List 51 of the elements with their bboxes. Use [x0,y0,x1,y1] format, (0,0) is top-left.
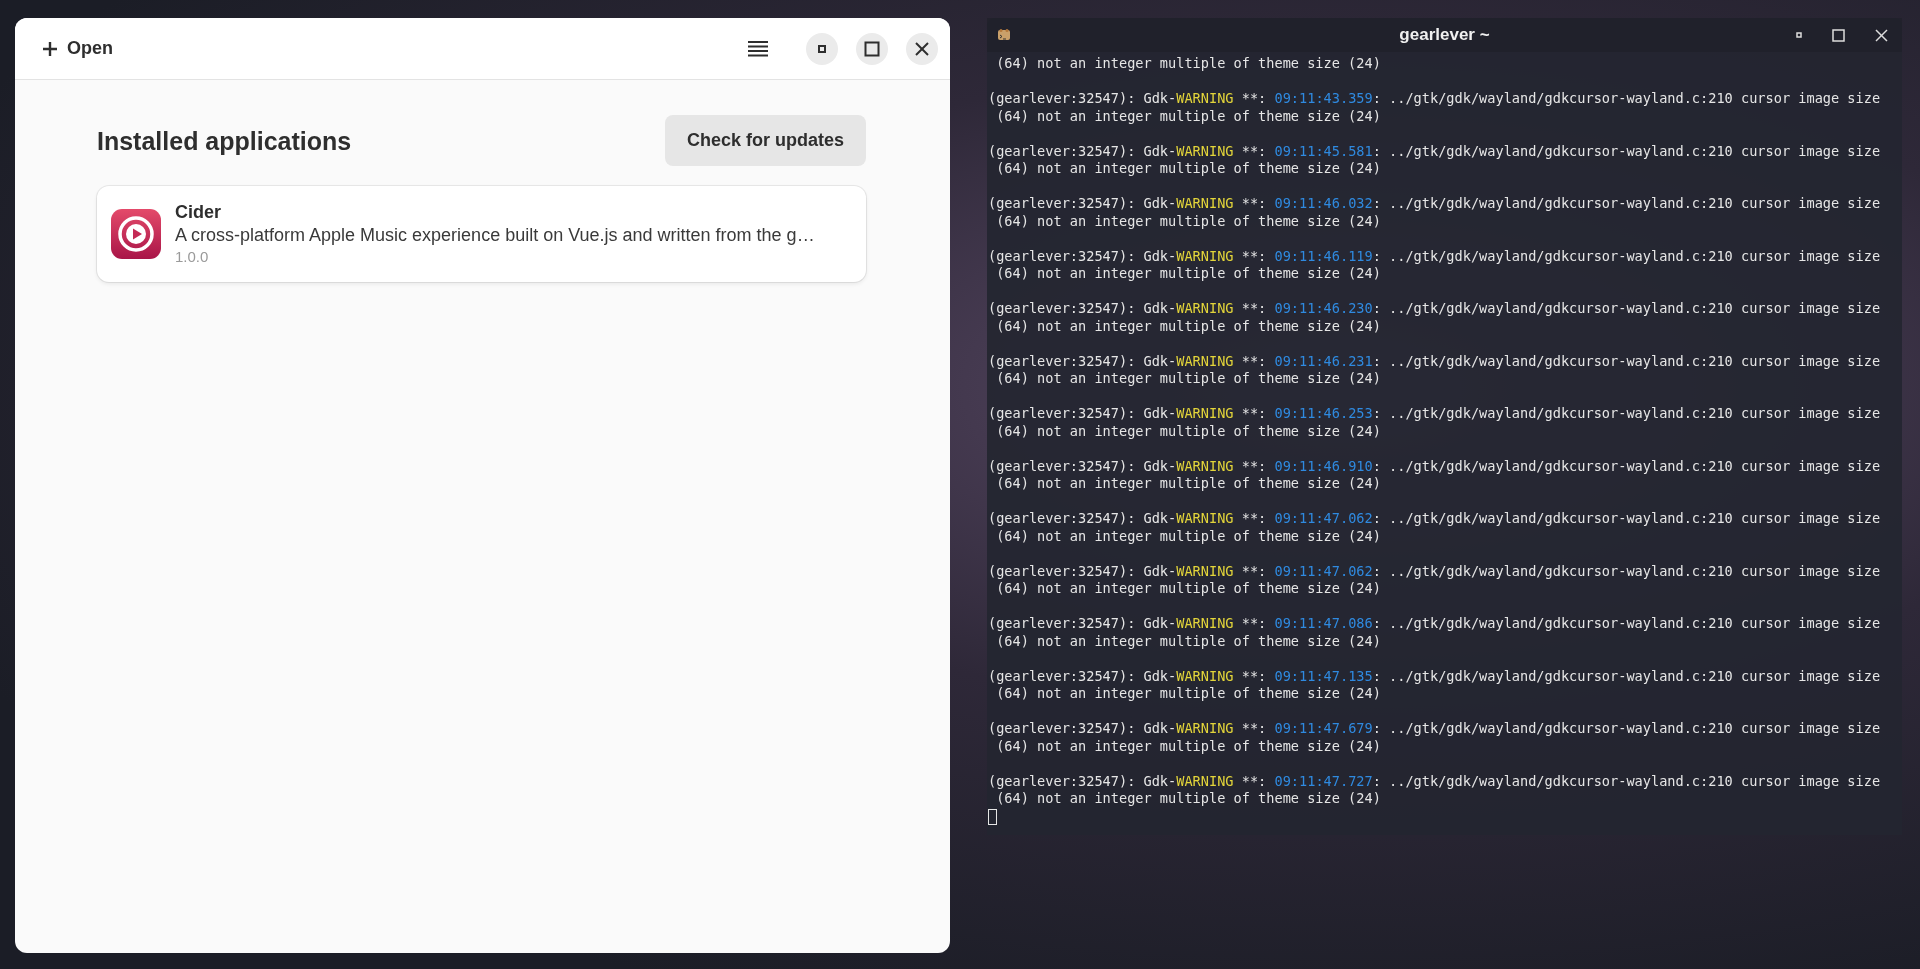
log-warning-line: (gearlever:32547): Gdk-WARNING **: 09:11:47.062: ../gtk/gdk/wayland/gdkcursor-wayland.c:210 cursor image size [988,562,1882,580]
maximize-icon [864,40,880,57]
close-icon [914,40,930,57]
maximize-button[interactable] [856,32,888,65]
terminal-cursor [988,808,997,825]
log-warning-line: (gearlever:32547): Gdk-WARNING **: 09:11:47.679: ../gtk/gdk/wayland/gdkcursor-wayland.c:210 cursor image size [988,720,1882,738]
log-line: (64) not an integer multiple of theme size (24) [995,527,1382,545]
terminal-app-icon [997,28,1011,42]
app-version: 1.0.0 [175,247,210,267]
close-icon [1875,28,1888,42]
maximize-icon [1832,28,1845,42]
app-list-item[interactable]: Cider A cross-platform Apple Music experience built on Vue.js and written from the g… 1.0.0 [97,186,866,283]
log-line: (64) not an integer multiple of theme size (24) [995,55,1382,73]
menu-icon [748,39,768,58]
log-line: (64) not an integer multiple of theme size (24) [995,580,1382,598]
log-line: (64) not an integer multiple of theme size (24) [995,212,1382,230]
log-warning-line: (gearlever:32547): Gdk-WARNING **: 09:11:47.062: ../gtk/gdk/wayland/gdkcursor-wayland.c:210 cursor image size [988,510,1882,528]
log-line: (64) not an integer multiple of theme size (24) [995,317,1382,335]
log-warning-line: (gearlever:32547): Gdk-WARNING **: 09:11:46.910: ../gtk/gdk/wayland/gdkcursor-wayland.c:210 cursor image size [988,457,1882,475]
log-line: (64) not an integer multiple of theme size (24) [995,790,1382,808]
log-warning-line: (gearlever:32547): Gdk-WARNING **: 09:11:46.231: ../gtk/gdk/wayland/gdkcursor-wayland.c:210 cursor image size [988,352,1882,370]
app-name: Cider [175,202,222,224]
minimize-icon [1796,32,1802,38]
log-warning-line: (gearlever:32547): Gdk-WARNING **: 09:11:46.253: ../gtk/gdk/wayland/gdkcursor-wayland.c:210 cursor image size [988,405,1882,423]
log-warning-line: (gearlever:32547): Gdk-WARNING **: 09:11:47.727: ../gtk/gdk/wayland/gdkcursor-wayland.c:210 cursor image size [988,772,1882,790]
log-line: (64) not an integer multiple of theme size (24) [995,632,1382,650]
log-warning-line: (gearlever:32547): Gdk-WARNING **: 09:11:47.135: ../gtk/gdk/wayland/gdkcursor-wayland.c:210 cursor image size [988,667,1882,685]
log-warning-line: (gearlever:32547): Gdk-WARNING **: 09:11:43.359: ../gtk/gdk/wayland/gdkcursor-wayland.c:210 cursor image size [988,90,1882,108]
log-warning-line: (gearlever:32547): Gdk-WARNING **: 09:11:47.086: ../gtk/gdk/wayland/gdkcursor-wayland.c:210 cursor image size [988,615,1882,633]
log-line: (64) not an integer multiple of theme size (24) [995,737,1382,755]
minimize-button[interactable] [806,32,838,65]
log-line: (64) not an integer multiple of theme size (24) [995,685,1382,703]
minimize-icon [818,44,826,53]
open-button[interactable]: Open [37,31,119,66]
log-warning-line: (gearlever:32547): Gdk-WARNING **: 09:11:46.230: ../gtk/gdk/wayland/gdkcursor-wayland.c:210 cursor image size [988,300,1882,318]
check-updates-button[interactable]: Check for updates [664,115,866,166]
close-button[interactable] [906,32,938,65]
section-heading: Installed applications [97,125,352,156]
log-line: (64) not an integer multiple of theme size (24) [995,265,1382,283]
log-line: (64) not an integer multiple of theme size (24) [995,107,1382,125]
log-warning-line: (gearlever:32547): Gdk-WARNING **: 09:11:45.581: ../gtk/gdk/wayland/gdkcursor-wayland.c:210 cursor image size [988,142,1882,160]
log-warning-line: (gearlever:32547): Gdk-WARNING **: 09:11:46.032: ../gtk/gdk/wayland/gdkcursor-wayland.c:210 cursor image size [988,195,1882,213]
plus-icon [43,41,57,56]
log-line: (64) not an integer multiple of theme size (24) [995,370,1382,388]
window-title: gearlever ~ [1399,25,1490,45]
log-line: (64) not an integer multiple of theme size (24) [995,422,1382,440]
app-description: A cross-platform Apple Music experience built on Vue.js and written from the g… [175,223,815,247]
app-icon [111,209,161,260]
log-warning-line: (gearlever:32547): Gdk-WARNING **: 09:11:46.119: ../gtk/gdk/wayland/gdkcursor-wayland.c:210 cursor image size [988,247,1882,265]
log-line: (64) not an integer multiple of theme size (24) [995,475,1382,493]
log-line: (64) not an integer multiple of theme size (24) [995,160,1382,178]
